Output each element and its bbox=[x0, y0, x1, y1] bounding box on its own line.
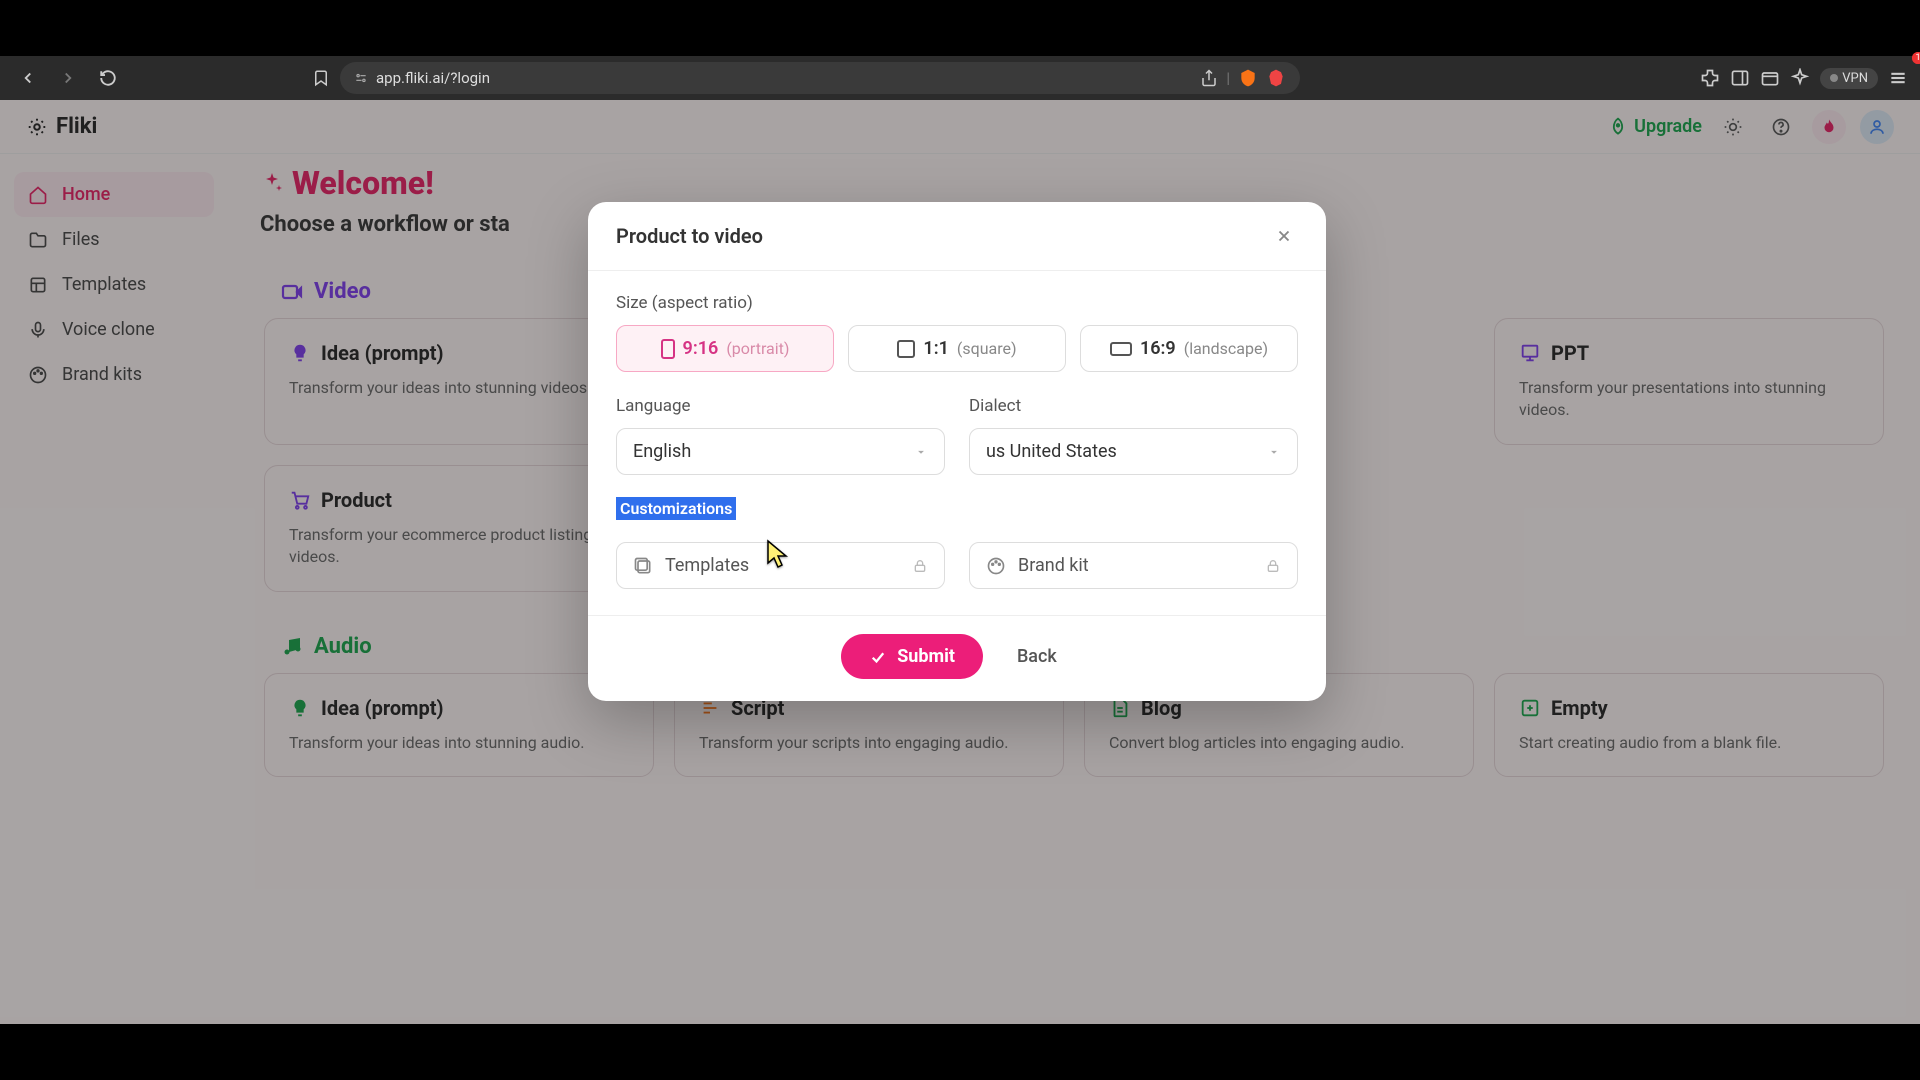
app-viewport: Fliki Upgrade Home Files Templates Voice… bbox=[0, 100, 1920, 1024]
bookmark-icon[interactable] bbox=[312, 69, 330, 87]
brandkit-label-text: Brand kit bbox=[1018, 555, 1089, 576]
url-bar[interactable]: app.fliki.ai/?login | 0 1 bbox=[340, 62, 1300, 94]
sidepanel-icon[interactable] bbox=[1730, 68, 1750, 88]
modal-header: Product to video bbox=[588, 202, 1326, 271]
aspect-ratio-square[interactable]: 1:1 (square) bbox=[848, 325, 1066, 372]
customizations-label: Customizations bbox=[616, 497, 736, 520]
submit-button[interactable]: Submit bbox=[841, 634, 983, 679]
templates-label-text: Templates bbox=[665, 555, 749, 576]
dialect-value: us United States bbox=[986, 441, 1117, 462]
landscape-rect-icon bbox=[1110, 342, 1132, 356]
vpn-button[interactable]: VPN bbox=[1820, 68, 1878, 89]
back-button-modal[interactable]: Back bbox=[1001, 636, 1073, 677]
chevron-down-icon bbox=[1267, 445, 1281, 459]
close-button[interactable] bbox=[1270, 222, 1298, 250]
wallet-icon[interactable] bbox=[1760, 68, 1780, 88]
modal-title: Product to video bbox=[616, 224, 763, 248]
templates-button[interactable]: Templates bbox=[616, 542, 945, 589]
menu-icon[interactable] bbox=[1888, 68, 1908, 88]
share-icon[interactable] bbox=[1200, 69, 1218, 87]
extensions-icon[interactable] bbox=[1700, 68, 1720, 88]
brave-icon[interactable]: 1 bbox=[1266, 68, 1286, 88]
browser-toolbar: app.fliki.ai/?login | 0 1 VPN bbox=[0, 56, 1920, 100]
chevron-down-icon bbox=[914, 445, 928, 459]
close-icon bbox=[1275, 227, 1293, 245]
aspect-ratio-portrait[interactable]: 9:16 (portrait) bbox=[616, 325, 834, 372]
letterbox-bottom bbox=[0, 1024, 1920, 1080]
language-value: English bbox=[633, 441, 691, 462]
url-text: app.fliki.ai/?login bbox=[376, 69, 490, 87]
dialect-label: Dialect bbox=[969, 396, 1298, 416]
lock-icon bbox=[912, 558, 928, 574]
portrait-rect-icon bbox=[661, 339, 675, 359]
size-label: Size (aspect ratio) bbox=[616, 293, 1298, 313]
palette-icon bbox=[986, 556, 1006, 576]
forward-button[interactable] bbox=[52, 62, 84, 94]
brand-kit-button[interactable]: Brand kit bbox=[969, 542, 1298, 589]
language-label: Language bbox=[616, 396, 945, 416]
check-icon bbox=[869, 648, 887, 666]
modal-footer: Submit Back bbox=[588, 615, 1326, 701]
language-select[interactable]: English bbox=[616, 428, 945, 475]
reload-button[interactable] bbox=[92, 62, 124, 94]
templates-icon bbox=[633, 556, 653, 576]
letterbox-top bbox=[0, 0, 1920, 56]
sparkle-icon[interactable] bbox=[1790, 68, 1810, 88]
square-rect-icon bbox=[897, 340, 915, 358]
back-button[interactable] bbox=[12, 62, 44, 94]
lock-icon bbox=[1265, 558, 1281, 574]
site-settings-icon bbox=[354, 71, 368, 85]
dialect-select[interactable]: us United States bbox=[969, 428, 1298, 475]
product-to-video-modal: Product to video Size (aspect ratio) 9:1… bbox=[588, 202, 1326, 701]
shield-icon[interactable]: 0 bbox=[1238, 68, 1258, 88]
aspect-ratio-landscape[interactable]: 16:9 (landscape) bbox=[1080, 325, 1298, 372]
